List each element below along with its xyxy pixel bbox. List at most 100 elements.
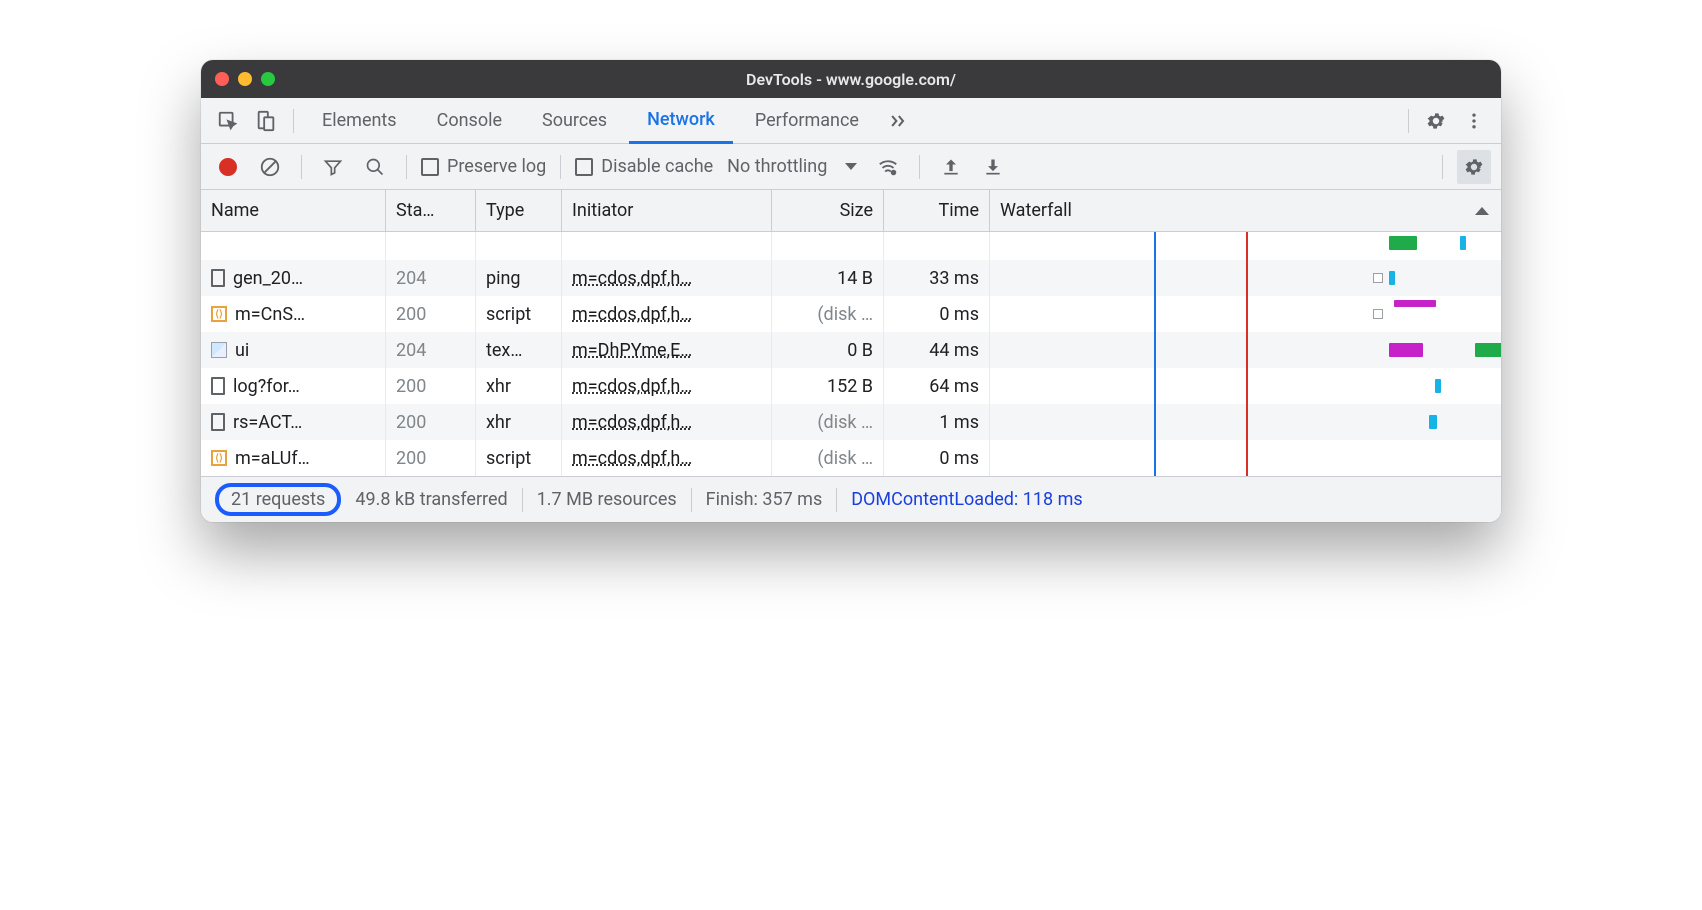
throttling-select[interactable]: No throttling <box>721 156 863 177</box>
table-row[interactable]: log?for…200xhrm=cdos,dpf,h…152 B64 ms <box>201 368 1501 404</box>
network-settings-gear-icon[interactable] <box>1457 150 1491 184</box>
table-row[interactable]: ui204tex…m=DhPYme,E…0 B44 ms <box>201 332 1501 368</box>
tabs-overflow-icon[interactable] <box>881 104 915 138</box>
initiator-link[interactable]: m=cdos,dpf,h… <box>572 448 692 469</box>
divider <box>1442 155 1443 179</box>
load-marker <box>1246 404 1248 440</box>
initiator-link[interactable]: m=DhPYme,E… <box>572 340 692 361</box>
tab-sources[interactable]: Sources <box>524 98 625 144</box>
domcontentloaded-marker <box>1154 440 1156 476</box>
close-window-button[interactable] <box>215 72 229 86</box>
status-requests: 21 requests <box>215 483 341 516</box>
search-icon[interactable] <box>358 150 392 184</box>
initiator-link[interactable]: m=cdos,dpf,h… <box>572 412 692 433</box>
col-initiator[interactable]: Initiator <box>562 190 772 231</box>
cell-time: 1 ms <box>884 404 990 440</box>
main-tabbar: Elements Console Sources Network Perform… <box>201 98 1501 144</box>
tab-network[interactable]: Network <box>629 98 733 144</box>
cell-type: script <box>476 440 562 476</box>
network-conditions-icon[interactable] <box>871 150 905 184</box>
script-file-icon: ⟨⟩ <box>211 306 227 322</box>
cell-status: 200 <box>386 440 476 476</box>
cell-name: log?for… <box>201 368 386 404</box>
request-name: m=CnS… <box>235 304 305 325</box>
cell-type: tex… <box>476 332 562 368</box>
col-type[interactable]: Type <box>476 190 562 231</box>
tab-elements[interactable]: Elements <box>304 98 415 144</box>
waterfall-segment <box>1475 343 1501 357</box>
domcontentloaded-marker <box>1154 404 1156 440</box>
initiator-link[interactable]: m=cdos,dpf,h… <box>572 268 692 289</box>
cell-initiator: m=cdos,dpf,h… <box>562 296 772 332</box>
inspect-element-icon[interactable] <box>211 104 245 138</box>
filter-icon[interactable] <box>316 150 350 184</box>
preserve-log-label: Preserve log <box>447 156 546 177</box>
clear-icon[interactable] <box>253 150 287 184</box>
cell-initiator: m=DhPYme,E… <box>562 332 772 368</box>
document-file-icon <box>211 377 225 395</box>
device-toolbar-icon[interactable] <box>249 104 283 138</box>
network-toolbar: Preserve log Disable cache No throttling <box>201 144 1501 190</box>
request-name: ui <box>235 340 249 361</box>
table-row[interactable]: rs=ACT…200xhrm=cdos,dpf,h…(disk …1 ms <box>201 404 1501 440</box>
col-name[interactable]: Name <box>201 190 386 231</box>
tab-performance[interactable]: Performance <box>737 98 877 144</box>
load-marker <box>1246 232 1248 260</box>
waterfall-segment <box>1429 415 1437 429</box>
record-button[interactable] <box>211 150 245 184</box>
waterfall-segment <box>1389 271 1395 285</box>
cell-initiator: m=cdos,dpf,h… <box>562 404 772 440</box>
col-size[interactable]: Size <box>772 190 884 231</box>
image-file-icon <box>211 342 227 358</box>
table-row[interactable]: ⟨⟩m=aLUf…200scriptm=cdos,dpf,h…(disk …0 … <box>201 440 1501 476</box>
waterfall-handle <box>1373 309 1383 319</box>
settings-gear-icon[interactable] <box>1419 104 1453 138</box>
status-finish: Finish: 357 ms <box>692 489 837 510</box>
load-marker <box>1246 260 1248 296</box>
request-name: log?for… <box>233 376 300 397</box>
load-marker <box>1246 296 1248 332</box>
cell-size: 0 B <box>772 332 884 368</box>
cell-size: (disk … <box>772 296 884 332</box>
table-row[interactable]: ⟨⟩m=CnS…200scriptm=cdos,dpf,h…(disk …0 m… <box>201 296 1501 332</box>
upload-har-icon[interactable] <box>934 150 968 184</box>
preserve-log-checkbox[interactable]: Preserve log <box>421 156 546 177</box>
divider <box>919 155 920 179</box>
initiator-link[interactable]: m=cdos,dpf,h… <box>572 376 692 397</box>
disable-cache-label: Disable cache <box>601 156 713 177</box>
cell-status: 200 <box>386 296 476 332</box>
waterfall-overview-row <box>201 232 1501 260</box>
cell-time: 44 ms <box>884 332 990 368</box>
domcontentloaded-marker <box>1154 260 1156 296</box>
cell-status: 200 <box>386 404 476 440</box>
divider <box>1408 109 1409 133</box>
initiator-link[interactable]: m=cdos,dpf,h… <box>572 304 692 325</box>
domcontentloaded-marker <box>1154 368 1156 404</box>
cell-time: 64 ms <box>884 368 990 404</box>
status-domcontentloaded: DOMContentLoaded: 118 ms <box>837 489 1096 510</box>
cell-type: xhr <box>476 404 562 440</box>
divider <box>406 155 407 179</box>
document-file-icon <box>211 413 225 431</box>
kebab-menu-icon[interactable] <box>1457 104 1491 138</box>
domcontentloaded-marker <box>1154 332 1156 368</box>
maximize-window-button[interactable] <box>261 72 275 86</box>
waterfall-segment <box>1389 343 1423 357</box>
sort-indicator-icon <box>1475 207 1489 215</box>
col-waterfall[interactable]: Waterfall <box>990 190 1501 231</box>
download-har-icon[interactable] <box>976 150 1010 184</box>
status-bar: 21 requests 49.8 kB transferred 1.7 MB r… <box>201 476 1501 522</box>
minimize-window-button[interactable] <box>238 72 252 86</box>
cell-type: script <box>476 296 562 332</box>
col-status[interactable]: Sta… <box>386 190 476 231</box>
disable-cache-checkbox[interactable]: Disable cache <box>575 156 713 177</box>
cell-name: rs=ACT… <box>201 404 386 440</box>
tab-console[interactable]: Console <box>419 98 520 144</box>
cell-name: ⟨⟩m=aLUf… <box>201 440 386 476</box>
col-time[interactable]: Time <box>884 190 990 231</box>
status-resources: 1.7 MB resources <box>523 489 691 510</box>
divider <box>560 155 561 179</box>
table-row[interactable]: gen_20…204pingm=cdos,dpf,h…14 B33 ms <box>201 260 1501 296</box>
throttling-value: No throttling <box>727 156 827 177</box>
waterfall-segment <box>1389 236 1417 250</box>
